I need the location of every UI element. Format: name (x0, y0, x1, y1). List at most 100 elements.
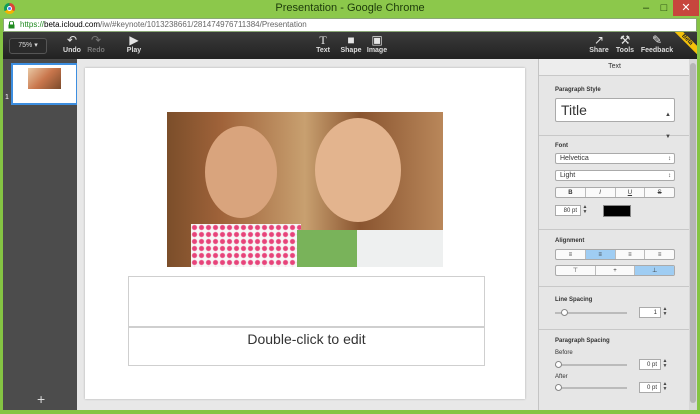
shape-button[interactable]: ■ Shape (338, 33, 364, 55)
align-justify-button[interactable]: ≡ (645, 250, 674, 259)
after-label: After (555, 374, 568, 380)
slide-thumbnail-image (28, 68, 61, 89)
tools-label: Tools (615, 47, 635, 54)
redo-icon: ↷ (90, 33, 102, 47)
font-family-select[interactable]: Helvetica ↕ (555, 153, 675, 164)
bold-button[interactable]: B (556, 188, 586, 197)
before-spacing-stepper[interactable]: ▲ ▼ (662, 359, 668, 370)
paragraph-spacing-section: Paragraph Spacing Before 0 pt ▲ ▼ After 0… (539, 330, 690, 410)
shape-icon: ■ (347, 33, 355, 47)
paragraph-spacing-label: Paragraph Spacing (555, 338, 610, 344)
feedback-button[interactable]: ✎ Feedback (639, 33, 675, 55)
line-spacing-label: Line Spacing (555, 297, 593, 303)
align-right-icon: ≡ (628, 252, 632, 258)
align-right-button[interactable]: ≡ (616, 250, 646, 259)
beta-label: Beta (673, 32, 697, 56)
chevron-updown-icon: ↕ (668, 156, 671, 162)
after-spacing-field[interactable]: 0 pt (639, 382, 661, 393)
line-spacing-stepper[interactable]: ▲ ▼ (662, 307, 668, 318)
lock-icon (8, 21, 15, 29)
image-icon: ▣ (371, 33, 383, 47)
play-button[interactable]: ▶ Play (123, 33, 145, 55)
slide[interactable]: Double-click to edit (85, 68, 525, 399)
alignment-label: Alignment (555, 238, 585, 244)
zoom-select[interactable]: 75% ▾ (9, 38, 47, 54)
vertical-alignment-buttons: ⊤ + ⊥ (555, 265, 675, 276)
after-spacing-stepper[interactable]: ▲ ▼ (662, 382, 668, 393)
face-right (315, 118, 401, 222)
before-spacing-slider[interactable] (555, 361, 627, 368)
body-text-box[interactable]: Double-click to edit (128, 327, 485, 366)
tab-text[interactable]: Text (539, 59, 690, 76)
address-bar[interactable]: https://beta.icloud.com/iw/#keynote/1013… (3, 18, 697, 32)
paragraph-style-select[interactable]: Title ▲ ▼ (555, 98, 675, 140)
share-button[interactable]: ↗ Share (587, 33, 611, 55)
italic-button[interactable]: I (586, 188, 616, 197)
close-button[interactable]: ✕ (673, 0, 699, 16)
slider-knob[interactable] (555, 384, 562, 391)
font-weight-select[interactable]: Light ↕ (555, 170, 675, 181)
align-left-icon: ≡ (568, 252, 573, 258)
undo-button[interactable]: ↶ Undo (61, 33, 83, 55)
line-spacing-section: Line Spacing 1 ▲ ▼ (539, 287, 690, 330)
line-spacing-field[interactable]: 1 (639, 307, 661, 318)
text-icon: T (319, 33, 327, 47)
play-label: Play (126, 47, 142, 54)
slide-thumbnail[interactable] (11, 63, 78, 105)
align-justify-icon: ≡ (657, 252, 662, 258)
wrench-icon: ⚒ (619, 33, 631, 47)
play-icon: ▶ (129, 33, 139, 47)
slider-knob[interactable] (555, 361, 562, 368)
slider-knob[interactable] (561, 309, 568, 316)
image-button[interactable]: ▣ Image (364, 33, 390, 55)
font-size-stepper[interactable]: ▲ ▼ (582, 205, 588, 216)
paragraph-style-section: Paragraph Style Title ▲ ▼ (539, 76, 690, 140)
share-icon: ↗ (593, 33, 605, 47)
title-bar: Presentation - Google Chrome – □ ✕ (0, 0, 700, 18)
share-label: Share (589, 47, 609, 54)
text-label: Text (316, 47, 330, 54)
paragraph-style-value: Title (561, 102, 587, 118)
font-size-field[interactable]: 80 pt (555, 205, 581, 216)
align-middle-icon: + (613, 268, 617, 274)
slide-canvas-area: Double-click to edit (77, 59, 538, 410)
line-spacing-slider[interactable] (555, 309, 627, 316)
panel-scrollbar[interactable] (689, 59, 697, 410)
format-panel: Text Paragraph Style Title ▲ ▼ Font Helve… (538, 59, 690, 410)
minimize-button[interactable]: – (637, 0, 655, 16)
maximize-button[interactable]: □ (655, 0, 673, 16)
align-left-button[interactable]: ≡ (556, 250, 586, 259)
alignment-section: Alignment ≡ ≡ ≡ ≡ ⊤ + ⊥ (539, 230, 690, 287)
slide-navigator: 1 + (3, 59, 78, 410)
font-style-buttons: B I U S (555, 187, 675, 198)
underline-button[interactable]: U (616, 188, 646, 197)
before-spacing-field[interactable]: 0 pt (639, 359, 661, 370)
after-spacing-slider[interactable] (555, 384, 627, 391)
align-top-icon: ⊤ (572, 268, 578, 274)
slide-number: 1 (5, 94, 9, 101)
align-top-button[interactable]: ⊤ (556, 266, 596, 275)
align-center-button[interactable]: ≡ (585, 250, 616, 259)
feedback-icon: ✎ (651, 33, 663, 47)
keynote-toolbar: 75% ▾ ↶ Undo ↷ Redo ▶ Play T Text ■ Shap… (3, 32, 697, 59)
url-text: https://beta.icloud.com/iw/#keynote/1013… (20, 19, 307, 31)
add-slide-button[interactable]: + (37, 392, 45, 406)
face-left (205, 126, 277, 218)
font-color-swatch[interactable] (603, 205, 631, 217)
align-middle-button[interactable]: + (596, 266, 636, 275)
green-top (297, 230, 357, 267)
redo-button[interactable]: ↷ Redo (85, 33, 107, 55)
slide-photo[interactable] (167, 112, 443, 267)
text-button[interactable]: T Text (312, 33, 334, 55)
strikethrough-button[interactable]: S (645, 188, 674, 197)
url-path: /iw/#keynote/1013238661/281474976711384/… (100, 20, 307, 29)
redo-label: Redo (87, 47, 105, 54)
title-text-box[interactable] (128, 276, 485, 327)
align-center-icon: ≡ (598, 252, 602, 258)
scrollbar-thumb[interactable] (690, 63, 696, 403)
undo-icon: ↶ (66, 33, 78, 47)
align-bottom-button[interactable]: ⊥ (635, 266, 674, 275)
align-bottom-icon: ⊥ (652, 268, 658, 274)
tools-button[interactable]: ⚒ Tools (613, 33, 637, 55)
horizontal-alignment-buttons: ≡ ≡ ≡ ≡ (555, 249, 675, 260)
